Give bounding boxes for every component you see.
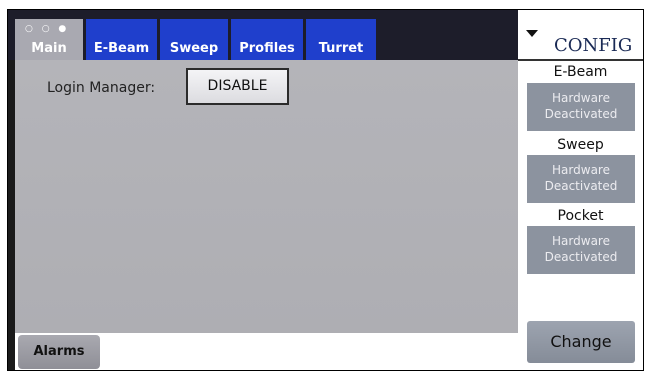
status-line: Hardware bbox=[552, 234, 610, 248]
config-title: CONFIG bbox=[554, 35, 633, 56]
status-line: Hardware bbox=[552, 91, 610, 105]
status-line: Deactivated bbox=[544, 179, 618, 193]
login-manager-label: Login Manager: bbox=[47, 80, 156, 96]
status-box-sweep: Hardware Deactivated bbox=[527, 155, 635, 203]
tab-turret[interactable]: Turret bbox=[306, 19, 376, 60]
tab-label: Turret bbox=[318, 41, 364, 56]
tab-bar: ○ ○ ● Main E-Beam Sweep Profiles Turret bbox=[8, 10, 518, 60]
status-box-e-beam: Hardware Deactivated bbox=[527, 83, 635, 131]
config-panel: CONFIG E-Beam Hardware Deactivated Sweep… bbox=[518, 10, 643, 370]
bottom-bar: Alarms bbox=[15, 333, 518, 370]
alarms-button[interactable]: Alarms bbox=[18, 335, 100, 369]
section-label-pocket: Pocket bbox=[557, 208, 604, 224]
main-panel: Login Manager: DISABLE bbox=[15, 60, 518, 333]
disable-button[interactable]: DISABLE bbox=[186, 68, 289, 105]
tab-sweep[interactable]: Sweep bbox=[160, 19, 228, 60]
page-indicator: ○ ○ ● bbox=[25, 24, 70, 34]
status-line: Deactivated bbox=[544, 107, 618, 121]
tab-e-beam[interactable]: E-Beam bbox=[86, 19, 157, 60]
tab-label: Profiles bbox=[239, 41, 295, 56]
status-line: Deactivated bbox=[544, 250, 618, 264]
status-box-pocket: Hardware Deactivated bbox=[527, 226, 635, 274]
divider bbox=[518, 59, 643, 61]
change-button[interactable]: Change bbox=[527, 321, 635, 363]
device-screen: ○ ○ ● Main E-Beam Sweep Profiles Turret … bbox=[7, 9, 644, 371]
tab-main[interactable]: ○ ○ ● Main bbox=[15, 19, 83, 60]
section-label-sweep: Sweep bbox=[557, 137, 604, 153]
tab-label: E-Beam bbox=[93, 41, 150, 56]
tab-label: Main bbox=[31, 41, 67, 56]
status-line: Hardware bbox=[552, 163, 610, 177]
chevron-down-icon[interactable] bbox=[526, 30, 538, 37]
section-label-e-beam: E-Beam bbox=[553, 64, 608, 80]
tab-profiles[interactable]: Profiles bbox=[231, 19, 303, 60]
tab-label: Sweep bbox=[169, 41, 219, 56]
